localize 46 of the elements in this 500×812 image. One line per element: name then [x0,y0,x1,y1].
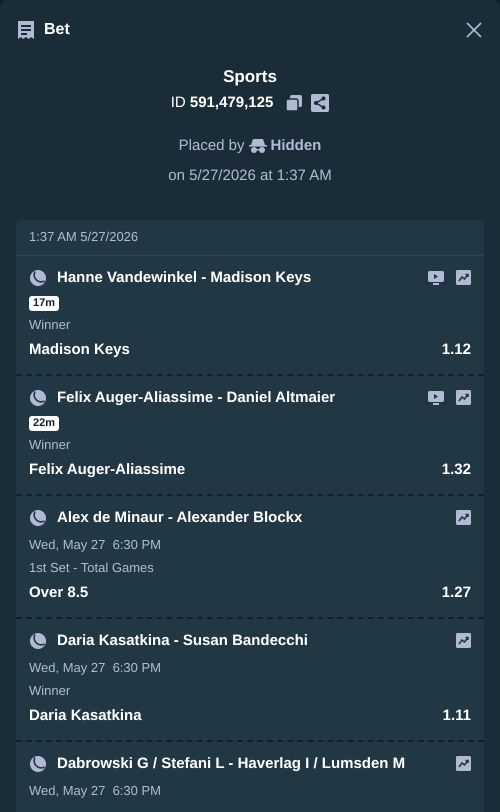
event-name[interactable]: Daria Kasatkina - Susan Bandecchi [57,630,308,650]
placed-date: on 5/27/2026 at 1:37 AM [168,166,332,186]
tv-icon[interactable] [428,270,444,284]
chart-icon[interactable] [456,510,471,525]
event-name[interactable]: Alex de Minaur - Alexander Blockx [57,508,302,528]
market-name: 1st Set - Total Games [29,560,154,574]
panel-title: Bet [44,20,70,40]
live-time-badge: 17m [29,296,60,310]
receipt-icon [16,20,36,40]
market-name: Winner [29,316,70,332]
chart-icon[interactable] [456,390,471,405]
odds-value: 1.27 [442,582,471,602]
close-icon[interactable] [466,22,482,38]
placed-by-label: Placed by [178,136,245,156]
event-name[interactable]: Hanne Vandewinkel - Madison Keys [57,268,312,288]
slip-timestamp: 1:37 AM 5/27/2026 [29,228,138,246]
odds-value: 1.32 [442,460,471,480]
tennis-ball-icon [29,632,47,650]
selection-name: Daria Kasatkina [29,706,142,726]
bet-category: Sports [223,66,277,88]
tv-icon[interactable] [428,390,444,404]
start-time: Wed, May 27 6:30 PM [29,536,161,552]
start-time: Wed, May 27 6:30 PM [29,782,161,798]
live-time-badge: 22m [29,416,60,430]
tennis-ball-icon [29,388,47,406]
incognito-icon [248,138,267,154]
chart-icon[interactable] [456,633,471,648]
market-name: Winner [29,682,70,698]
chart-icon[interactable] [456,270,471,285]
tennis-ball-icon [29,508,47,526]
copy-icon[interactable] [285,94,304,112]
selection-name: Felix Auger-Aliassime [29,460,186,480]
odds-value: 1.12 [442,340,471,360]
chart-icon[interactable] [456,756,471,771]
odds-value: 1.11 [442,706,471,726]
share-icon[interactable] [311,94,330,112]
tennis-ball-icon [29,268,47,286]
placed-by-user: Hidden [270,136,322,156]
market-name: Winner [29,436,70,452]
event-name[interactable]: Felix Auger-Aliassime - Daniel Altmaier [57,388,336,408]
selection-name: Over 8.5 [29,582,88,602]
tennis-ball-icon [29,754,47,772]
event-name[interactable]: Dabrowski G / Stefani L - Haverlag I / Lumsden M [57,754,406,774]
start-time: Wed, May 27 6:30 PM [29,660,161,674]
bet-id: ID 591,479,125 [170,93,274,113]
selection-name: Madison Keys [29,340,130,360]
